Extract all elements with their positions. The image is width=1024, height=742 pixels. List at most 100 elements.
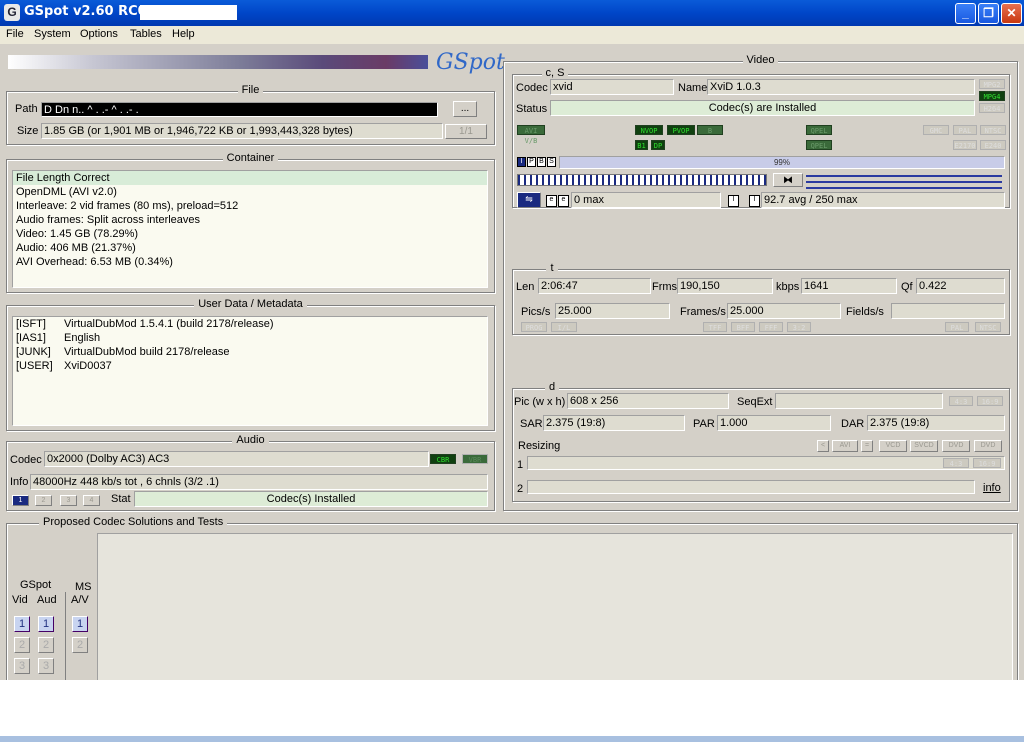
video-status-label: Status (516, 103, 548, 115)
resize-svcd-button[interactable]: SVCD (910, 440, 938, 452)
restore-button[interactable]: ❐ (978, 3, 999, 24)
aud-1-button[interactable]: 1 (38, 616, 54, 632)
sar-field: 2.375 (19:8) (543, 415, 685, 431)
len-field: 2:06:47 (538, 278, 651, 294)
playback-icon[interactable]: ⧓ (773, 173, 803, 187)
gspot-logo: GSpot (436, 50, 505, 75)
resize-16-9-flag: 16:9 (973, 458, 1001, 468)
audio-stream-3-button[interactable]: 3 (60, 495, 77, 506)
metadata-value: VirtualDubMod 1.5.4.1 (build 2178/releas… (64, 318, 274, 330)
gspot-app-icon: G (4, 4, 20, 21)
menu-system[interactable]: System (34, 28, 71, 40)
audio-stat-label: Stat (111, 493, 131, 505)
av-2-button[interactable]: 2 (72, 637, 88, 653)
close-button[interactable]: ✕ (1001, 3, 1022, 24)
metadata-tag: [ISFT] (16, 318, 46, 330)
b-frame-right-icon: e (558, 195, 569, 207)
metadata-row: [ISFT] VirtualDubMod 1.5.4.1 (build 2178/… (13, 317, 487, 331)
qf-label: Qf (901, 281, 913, 293)
container-group: Container File Length Correct OpenDML (A… (6, 152, 495, 293)
metadata-tag: [JUNK] (16, 346, 51, 358)
par-field: 1.000 (717, 415, 831, 431)
info-link[interactable]: info (983, 482, 1001, 494)
par-label: PAR (693, 418, 715, 430)
list-item: File Length Correct (13, 171, 487, 185)
frame-type-i: I (517, 157, 526, 167)
proposed-group: Proposed Codec Solutions and Tests GSpot… (6, 516, 1018, 681)
avi-flag: AVI V/B (517, 125, 545, 145)
pics-label: Pics/s (521, 306, 551, 318)
video-codec-label: Codec (516, 82, 548, 94)
resizing-label: Resizing (518, 440, 561, 452)
menu-options[interactable]: Options (80, 28, 118, 40)
browse-button[interactable]: ... (453, 101, 477, 117)
metadata-row: [IAS1] English (13, 331, 487, 345)
dar-field: 2.375 (19:8) (867, 415, 1005, 431)
bottom-white-area (0, 680, 1024, 742)
d-title: d (544, 381, 560, 393)
video-codec-field: xvid (550, 79, 674, 95)
frms-label: Frms (652, 281, 678, 293)
path-label: Path (15, 103, 38, 115)
video-status-field: Codec(s) are Installed (550, 100, 975, 116)
resize-vcd-button[interactable]: VCD (879, 440, 907, 452)
aud-3-button[interactable]: 3 (38, 658, 54, 674)
av-col-label: A/V (71, 594, 89, 606)
audio-stream-1-button[interactable]: 1 (12, 495, 29, 506)
audio-info-label: Info (10, 476, 29, 488)
nvop-flag: NVOP (635, 125, 663, 135)
video-name-field: XviD 1.0.3 (707, 79, 975, 95)
audio-stream-4-button[interactable]: 4 (83, 495, 100, 506)
page-indicator[interactable]: 1/1 (445, 124, 487, 139)
resize-dvd2-button[interactable]: DVD (974, 440, 1002, 452)
qpel2-flag: QPEL (806, 140, 832, 150)
dimension-subgroup: d Pic (w x h) 608 x 256 SeqExt 4:3 16:9 … (512, 381, 1010, 502)
vbr-indicator: VBR (462, 454, 488, 464)
aud-2-button[interactable]: 2 (38, 637, 54, 653)
audio-codec-field: 0x2000 (Dolby AC3) AC3 (44, 451, 429, 467)
audio-stat-field: Codec(s) Installed (134, 491, 488, 507)
frame-type-p: P (527, 157, 536, 167)
menu-file[interactable]: File (6, 28, 24, 40)
vfw-icon[interactable]: ⇋ (517, 192, 541, 208)
codec-subgroup: c, S Codec xvid Name XviD 1.0.3 MPG2 MPG… (512, 67, 1010, 208)
resize-prev-button[interactable]: < (817, 440, 829, 452)
audio-stream-2-button[interactable]: 2 (35, 495, 52, 506)
frame-histogram (517, 174, 767, 186)
frame-type-s: S (547, 157, 556, 167)
menu-help[interactable]: Help (172, 28, 195, 40)
column-divider (65, 592, 66, 680)
qpel-flag: QPEL (806, 125, 832, 135)
minimize-button[interactable]: _ (955, 3, 976, 24)
vid-2-button[interactable]: 2 (14, 637, 30, 653)
metadata-row: [JUNK] VirtualDubMod build 2178/release (13, 345, 487, 359)
audio-info-field: 48000Hz 448 kb/s tot , 6 chnls (3/2 .1) (30, 474, 488, 490)
title-redaction (140, 5, 237, 20)
resize-row-1-field (527, 456, 1005, 470)
32-flag: 3:2 (787, 322, 811, 332)
container-list: File Length Correct OpenDML (AVI v2.0) I… (12, 170, 488, 288)
mpg4-badge: MPG4 (979, 91, 1005, 101)
bitrate-line-1 (806, 175, 1002, 177)
resize-eq-button[interactable]: = (861, 440, 873, 452)
resize-dvd-button[interactable]: DVD (942, 440, 970, 452)
proposed-list (97, 533, 1013, 681)
kbps-left-icon: I (728, 195, 739, 207)
gspot-col-label: GSpot (20, 579, 52, 591)
file-group: File Path D Dn n.. ^ . .- ^ . .- . ... S… (6, 84, 495, 145)
path-field[interactable]: D Dn n.. ^ . .- ^ . .- . (41, 102, 438, 117)
ms-col-label: MS (75, 581, 92, 593)
vid-3-button[interactable]: 3 (14, 658, 30, 674)
vid-1-button[interactable]: 1 (14, 616, 30, 632)
tff-flag: TFF (703, 322, 727, 332)
proposed-title: Proposed Codec Solutions and Tests (39, 516, 228, 528)
video-group-title: Video (742, 54, 779, 66)
resize-avi-button[interactable]: AVI (832, 440, 858, 452)
mpg2-badge: MPG2 (979, 79, 1005, 89)
list-item: OpenDML (AVI v2.0) (16, 186, 117, 198)
timing-subgroup: t Len 2:06:47 Frms 190,150 kbps 1641 Qf … (512, 262, 1010, 335)
fields-field (891, 303, 1005, 319)
metadata-list: [ISFT] VirtualDubMod 1.5.4.1 (build 2178/… (12, 316, 488, 426)
menu-tables[interactable]: Tables (130, 28, 162, 40)
av-1-button[interactable]: 1 (72, 616, 88, 632)
